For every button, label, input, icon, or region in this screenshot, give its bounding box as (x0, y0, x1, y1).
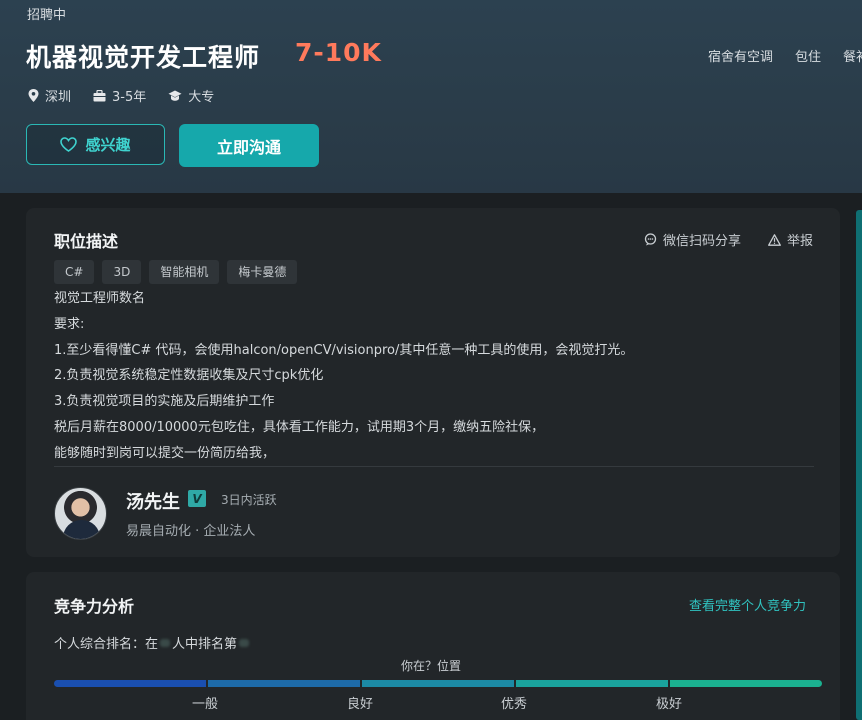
wechat-share-label: 微信扫码分享 (663, 234, 742, 249)
rank-bar-segment (670, 680, 822, 687)
job-description-card: 职位描述 微信扫码分享 举报 C# 3D 智能相机 梅卡曼德 视觉工程师数名 要… (26, 208, 840, 557)
section-title-competitiveness: 竞争力分析 (54, 597, 135, 616)
chat-bubble-icon (644, 233, 657, 246)
description-line: 1.至少看得懂C# 代码，会使用halcon/openCV/visionpro/… (54, 342, 634, 358)
location-icon (28, 89, 39, 102)
level-label: 优秀 (501, 697, 528, 712)
meta-experience: 3-5年 (93, 86, 146, 105)
side-panel-edge (856, 210, 862, 720)
position-label: 你在？位置 (401, 659, 462, 673)
skill-tag: 3D (102, 260, 142, 284)
level-label: 一般 (192, 697, 219, 712)
wechat-share-button[interactable]: 微信扫码分享 (644, 230, 741, 249)
rank-middle: 人中排名第 (172, 637, 238, 652)
report-button[interactable]: 举报 (768, 230, 813, 249)
job-title: 机器视觉开发工程师 (26, 43, 261, 72)
hidden-count (160, 638, 171, 647)
salary: 7-10K (295, 38, 382, 67)
rank-bar-segment (362, 680, 514, 687)
heart-icon (60, 137, 78, 152)
report-label: 举报 (787, 234, 814, 249)
recruiter-avatar[interactable] (54, 487, 107, 540)
verified-badge-label: V (192, 491, 202, 506)
description-line: 要求: (54, 316, 85, 332)
verified-badge-icon: V (188, 490, 206, 507)
meta-city: 深圳 (28, 86, 71, 105)
rank-bar-segment (208, 680, 360, 687)
rank-summary: 个人综合排名：在 人中排名第 (54, 633, 251, 652)
rank-bar-segment (54, 680, 206, 687)
recruiter-name: 汤先生 (126, 492, 180, 513)
meta-education: 大专 (168, 86, 214, 105)
skill-tag: 智能相机 (149, 260, 220, 284)
level-label: 极好 (656, 697, 683, 712)
description-line: 2.负责视觉系统稳定性数据收集及尺寸cpk优化 (54, 368, 324, 384)
warning-icon (768, 233, 781, 246)
level-label: 良好 (347, 697, 374, 712)
welfare-tag: 宿舍有空调 (708, 50, 774, 65)
welfare-tags: 宿舍有空调 包住 餐补 (708, 46, 862, 65)
skill-tags: C# 3D 智能相机 梅卡曼德 (54, 260, 305, 284)
briefcase-icon (93, 89, 106, 101)
meta-experience-text: 3-5年 (112, 90, 147, 105)
interest-button[interactable]: 感兴趣 (26, 124, 165, 165)
description-line: 视觉工程师数名 (54, 291, 146, 306)
job-meta: 深圳 3-5年 大专 (28, 86, 236, 105)
recruiter-company: 易晨自动化 · 企业法人 (126, 524, 256, 539)
meta-city-text: 深圳 (45, 90, 72, 105)
interest-button-label: 感兴趣 (85, 136, 131, 154)
welfare-tag: 包住 (795, 50, 822, 65)
rank-prefix: 个人综合排名：在 (54, 637, 159, 652)
hidden-rank (239, 638, 250, 647)
graduation-cap-icon (168, 90, 182, 101)
rank-bar (54, 680, 822, 687)
meta-education-text: 大专 (188, 90, 215, 105)
full-competitiveness-link[interactable]: 查看完整个人竞争力 (689, 595, 806, 614)
description-line: 3.负责视觉项目的实施及后期维护工作 (54, 394, 275, 410)
skill-tag: 梅卡曼德 (227, 260, 298, 284)
chat-now-button[interactable]: 立即沟通 (179, 124, 319, 167)
status-badge: 招聘中 (27, 8, 67, 23)
section-title-description: 职位描述 (54, 232, 119, 251)
description-line: 税后月薪在8000/10000元包吃住，具体看工作能力，试用期3个月，缴纳五险社… (54, 419, 545, 435)
divider (54, 466, 814, 467)
job-description-text: 视觉工程师数名 要求: 1.至少看得懂C# 代码，会使用halcon/openC… (54, 288, 633, 469)
job-header: 招聘中 机器视觉开发工程师 7-10K 深圳 3-5年 大专 宿舍有空调 包住 … (0, 0, 862, 193)
description-line: 能够随时到岗可以提交一份简历给我， (54, 445, 276, 461)
recruiter-active-status: 3日内活跃 (221, 493, 277, 507)
welfare-tag: 餐补 (843, 50, 862, 65)
skill-tag: C# (54, 260, 95, 284)
competitiveness-card: 竞争力分析 查看完整个人竞争力 个人综合排名：在 人中排名第 你在？位置 一般 … (26, 572, 840, 720)
rank-bar-segment (516, 680, 668, 687)
